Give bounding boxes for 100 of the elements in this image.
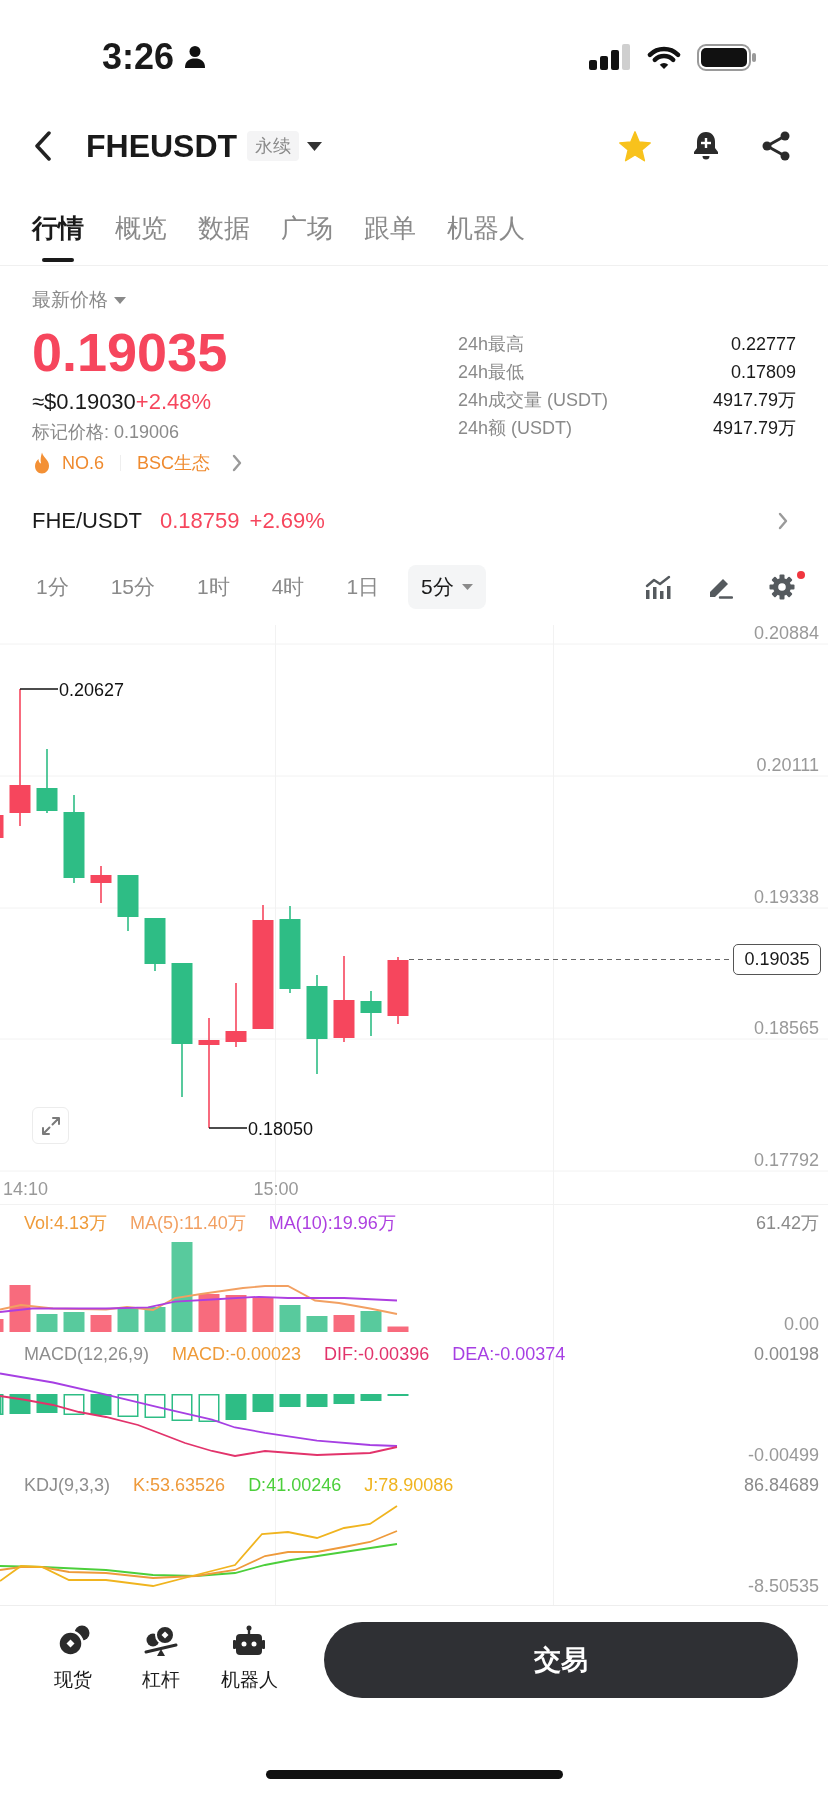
volume-bar <box>360 1311 382 1332</box>
macd-bar <box>144 1394 166 1418</box>
low-price-label: 0.18050 <box>248 1118 314 1139</box>
interval-button[interactable]: 15分 <box>97 565 169 609</box>
stat-value: 0.22777 <box>730 333 796 355</box>
volume-axis-label: 0.00 <box>783 1313 819 1334</box>
candlestick <box>90 865 112 904</box>
price-axis-label: 0.18565 <box>753 1018 819 1038</box>
volume-bar <box>306 1316 328 1332</box>
tab[interactable]: 广场 <box>281 208 333 262</box>
high-price-label: 0.20627 <box>59 679 125 700</box>
stat-label: 24h最低 <box>458 361 525 384</box>
caret-down-icon[interactable] <box>307 141 323 151</box>
contract-badge: 永续 <box>247 131 300 161</box>
tab[interactable]: 数据 <box>198 208 250 262</box>
kdj-legend-item: J:78.90086 <box>364 1474 454 1496</box>
macd-axis-label: -0.00499 <box>747 1444 819 1465</box>
robot-icon <box>232 1625 266 1657</box>
interval-button[interactable]: 1日 <box>333 565 393 609</box>
kdj-axis-label: 86.84689 <box>743 1474 819 1496</box>
macd-bar <box>252 1394 274 1412</box>
signal-icon <box>589 44 631 70</box>
volume-bar <box>0 1319 4 1332</box>
share-icon[interactable] <box>761 131 791 161</box>
volume-legend-item: MA(5):11.40万 <box>130 1211 246 1235</box>
interval-button[interactable]: 4时 <box>258 565 318 609</box>
macd-legend-item: DEA:-0.00374 <box>452 1343 566 1365</box>
candlestick <box>144 917 166 972</box>
volume-bar <box>279 1305 301 1332</box>
nav-item[interactable]: 杠杆 <box>121 1625 201 1693</box>
price-type-dropdown[interactable]: 最新价格 <box>32 288 126 312</box>
volume-bar <box>36 1314 58 1332</box>
macd-legend-item: DIF:-0.00396 <box>324 1343 430 1365</box>
leader-line <box>208 1127 248 1129</box>
stat-label: 24h成交量 (USDT) <box>458 389 609 412</box>
spot-pair-change: +2.69% <box>249 508 325 534</box>
macd-bar <box>360 1394 382 1401</box>
macd-bar <box>279 1394 301 1407</box>
macd-bar <box>333 1394 355 1404</box>
macd-bar <box>9 1394 31 1414</box>
sector-link[interactable]: BSC生态 <box>137 451 211 475</box>
macd-legend-item: MACD(12,26,9) <box>24 1343 150 1365</box>
macd-bar <box>171 1394 193 1421</box>
time-axis-label: 14:10 <box>3 1179 49 1199</box>
chevron-right-icon[interactable] <box>232 454 243 472</box>
price-axis-label: 0.17792 <box>753 1150 819 1170</box>
nav-item[interactable]: 机器人 <box>209 1625 289 1693</box>
volume-bar <box>225 1295 247 1332</box>
tab[interactable]: 机器人 <box>447 208 525 262</box>
candlestick <box>360 990 382 1037</box>
person-icon <box>184 45 207 69</box>
leader-line <box>19 688 59 690</box>
stat-value: 4917.79万 <box>712 389 796 412</box>
volume-bar <box>333 1315 355 1332</box>
last-price-label: 0.19035 <box>733 944 821 975</box>
trade-button[interactable]: 交易 <box>324 1622 798 1698</box>
status-time: 3:26 <box>102 37 175 77</box>
volume-bar <box>252 1297 274 1332</box>
stat-label: 24h最高 <box>458 333 525 356</box>
star-icon[interactable] <box>619 130 651 162</box>
macd-bar <box>225 1394 247 1420</box>
diagonal-arrows-icon <box>40 1115 61 1136</box>
pair-title: FHEUSDT <box>86 127 238 166</box>
settings-icon[interactable] <box>769 574 795 600</box>
volume-bar <box>198 1294 220 1332</box>
volume-legend-item: MA(10):19.96万 <box>268 1211 396 1235</box>
rank-label: NO.6 <box>62 452 104 474</box>
tab[interactable]: 跟单 <box>364 208 416 262</box>
volume-bar <box>387 1326 409 1332</box>
stat-label: 24h额 (USDT) <box>458 417 573 440</box>
tab[interactable]: 行情 <box>32 208 84 262</box>
chevron-right-icon[interactable] <box>778 512 788 530</box>
interval-button[interactable]: 5分 <box>408 565 486 609</box>
stat-value: 0.17809 <box>730 361 796 383</box>
battery-icon <box>697 43 757 71</box>
usd-price: ≈$0.19030 <box>32 389 136 415</box>
candlestick <box>36 748 58 814</box>
flame-icon <box>32 452 52 474</box>
interval-button[interactable]: 1分 <box>23 565 82 609</box>
time-axis-label: 15:00 <box>253 1179 299 1199</box>
macd-legend-item: MACD:-0.00023 <box>172 1343 302 1365</box>
interval-button[interactable]: 1时 <box>184 565 243 609</box>
volume-bar <box>90 1315 112 1332</box>
chevron-left-icon[interactable] <box>33 131 53 161</box>
bell-plus-icon[interactable] <box>691 131 721 161</box>
stat-value: 4917.79万 <box>712 417 796 440</box>
nav-item[interactable]: 现货 <box>33 1625 113 1693</box>
spot-pair-price: 0.18759 <box>160 508 240 534</box>
kdj-axis-label: -8.50535 <box>747 1575 819 1596</box>
bar-chart-icon[interactable] <box>645 575 671 599</box>
expand-button[interactable] <box>32 1107 69 1144</box>
spot-pair-name: FHE/USDT <box>32 508 142 534</box>
volume-bar <box>117 1307 139 1332</box>
macd-bar <box>306 1394 328 1407</box>
volume-bar <box>9 1285 31 1332</box>
kdj-legend-item: D:41.00246 <box>248 1474 342 1496</box>
kdj-legend-item: K:53.63526 <box>133 1474 226 1496</box>
candlestick <box>387 956 409 1025</box>
tab[interactable]: 概览 <box>115 208 167 262</box>
macd-bar <box>90 1394 112 1415</box>
